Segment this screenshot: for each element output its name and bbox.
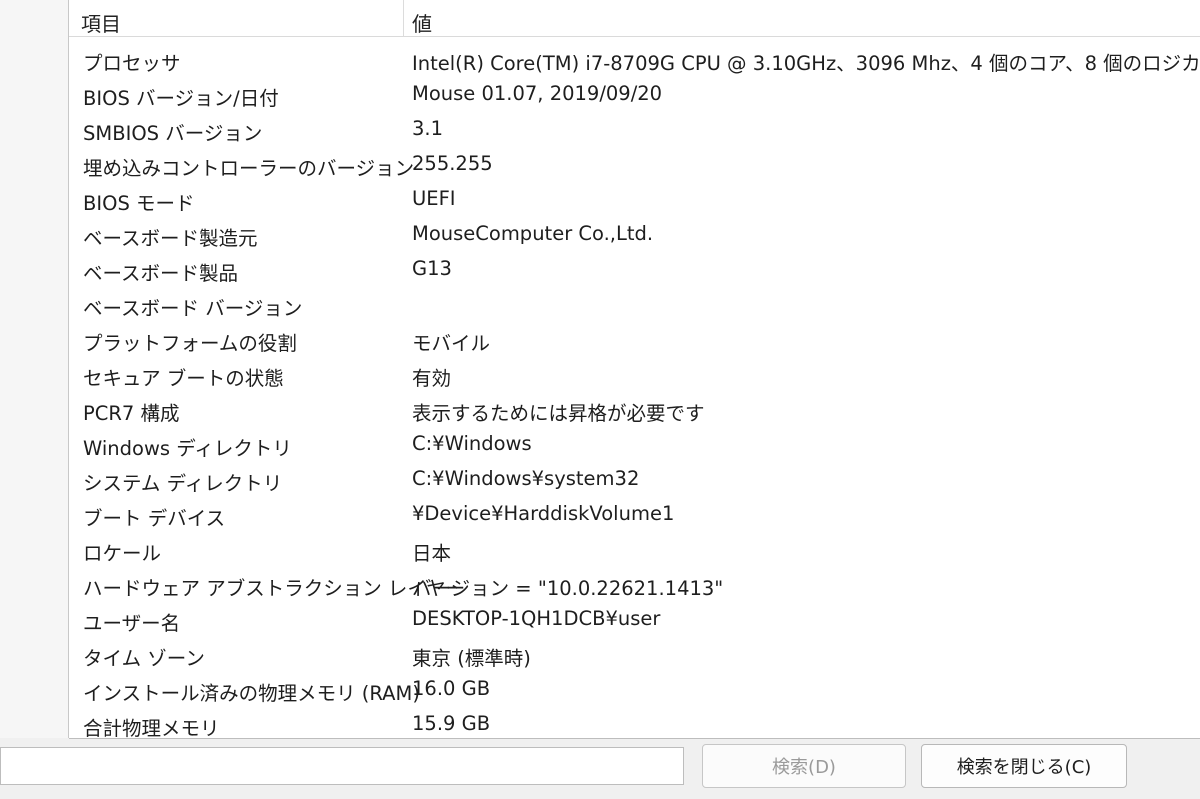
row-value: 15.9 GB [412, 712, 491, 735]
row-value: 16.0 GB [412, 677, 491, 700]
table-row[interactable]: SMBIOS バージョン 3.1 [69, 112, 1200, 147]
row-value: UEFI [412, 187, 456, 210]
table-row[interactable]: ロケール 日本 [69, 532, 1200, 567]
table-row[interactable]: 合計物理メモリ 15.9 GB [69, 707, 1200, 739]
table-row[interactable]: プラットフォームの役割 モバイル [69, 322, 1200, 357]
row-value: Mouse 01.07, 2019/09/20 [412, 82, 663, 105]
table-row[interactable]: プロセッサ Intel(R) Core(TM) i7-8709G CPU @ 3.… [69, 42, 1200, 77]
table-row[interactable]: ベースボード製品 G13 [69, 252, 1200, 287]
row-item: プラットフォームの役割 [83, 332, 297, 355]
table-row[interactable]: Windows ディレクトリ C:¥Windows [69, 427, 1200, 462]
row-item: PCR7 構成 [83, 402, 180, 425]
row-item: ハードウェア アブストラクション レイヤー [83, 577, 466, 600]
row-value: Intel(R) Core(TM) i7-8709G CPU @ 3.10GHz… [412, 52, 1200, 75]
table-row[interactable]: インストール済みの物理メモリ (RAM) 16.0 GB [69, 672, 1200, 707]
table-row[interactable]: ブート デバイス ¥Device¥HarddiskVolume1 [69, 497, 1200, 532]
row-value: 東京 (標準時) [412, 647, 531, 670]
row-value: 日本 [412, 542, 452, 565]
row-item: BIOS バージョン/日付 [83, 87, 279, 110]
table-row[interactable]: タイム ゾーン 東京 (標準時) [69, 637, 1200, 672]
search-bar: 検索(D) 検索を閉じる(C) [0, 739, 1200, 799]
list-rows: プロセッサ Intel(R) Core(TM) i7-8709G CPU @ 3.… [69, 42, 1200, 739]
row-value: C:¥Windows [412, 432, 532, 455]
table-row[interactable]: ハードウェア アブストラクション レイヤー バージョン = "10.0.22621… [69, 567, 1200, 602]
table-row[interactable]: システム ディレクトリ C:¥Windows¥system32 [69, 462, 1200, 497]
row-item: BIOS モード [83, 192, 195, 215]
row-value: DESKTOP-1QH1DCB¥user [412, 607, 661, 630]
close-search-button[interactable]: 検索を閉じる(C) [921, 744, 1127, 788]
row-value: バージョン = "10.0.22621.1413" [412, 577, 724, 600]
row-item: セキュア ブートの状態 [83, 367, 284, 390]
row-item: 合計物理メモリ [83, 717, 220, 739]
column-header-value[interactable]: 値 [412, 8, 432, 37]
list-column-header: 項目 値 [69, 0, 1200, 37]
table-row[interactable]: ユーザー名 DESKTOP-1QH1DCB¥user [69, 602, 1200, 637]
row-value: ¥Device¥HarddiskVolume1 [412, 502, 675, 525]
row-item: ロケール [83, 542, 162, 565]
row-item: タイム ゾーン [83, 647, 205, 670]
row-item: ユーザー名 [83, 612, 181, 635]
search-input[interactable] [0, 747, 684, 785]
row-item: ベースボード製品 [83, 262, 239, 285]
table-row[interactable]: セキュア ブートの状態 有効 [69, 357, 1200, 392]
row-value: 255.255 [412, 152, 493, 175]
table-row[interactable]: PCR7 構成 表示するためには昇格が必要です [69, 392, 1200, 427]
table-row[interactable]: ベースボード製造元 MouseComputer Co.,Ltd. [69, 217, 1200, 252]
column-divider[interactable] [403, 0, 404, 36]
row-value: C:¥Windows¥system32 [412, 467, 640, 490]
row-item: Windows ディレクトリ [83, 437, 292, 460]
table-row[interactable]: 埋め込みコントローラーのバージョン 255.255 [69, 147, 1200, 182]
row-item: ベースボード製造元 [83, 227, 258, 250]
row-item: ブート デバイス [83, 507, 226, 530]
row-value: モバイル [412, 332, 491, 355]
column-header-item[interactable]: 項目 [81, 8, 121, 37]
row-value: 表示するためには昇格が必要です [412, 402, 705, 425]
row-item: ベースボード バージョン [83, 297, 303, 320]
row-item: 埋め込みコントローラーのバージョン [83, 157, 415, 180]
row-item: SMBIOS バージョン [83, 122, 263, 145]
search-button[interactable]: 検索(D) [702, 744, 906, 788]
row-value: 3.1 [412, 117, 444, 140]
row-item: システム ディレクトリ [83, 472, 283, 495]
table-row[interactable]: BIOS モード UEFI [69, 182, 1200, 217]
row-item: プロセッサ [83, 52, 181, 75]
system-summary-list[interactable]: 項目 値 プロセッサ Intel(R) Core(TM) i7-8709G CPU… [69, 0, 1200, 739]
row-value: MouseComputer Co.,Ltd. [412, 222, 654, 245]
row-item: インストール済みの物理メモリ (RAM) [83, 682, 420, 705]
category-tree-pane[interactable] [0, 0, 69, 738]
row-value: G13 [412, 257, 452, 280]
table-row[interactable]: BIOS バージョン/日付 Mouse 01.07, 2019/09/20 [69, 77, 1200, 112]
table-row[interactable]: ベースボード バージョン [69, 287, 1200, 322]
row-value: 有効 [412, 367, 452, 390]
